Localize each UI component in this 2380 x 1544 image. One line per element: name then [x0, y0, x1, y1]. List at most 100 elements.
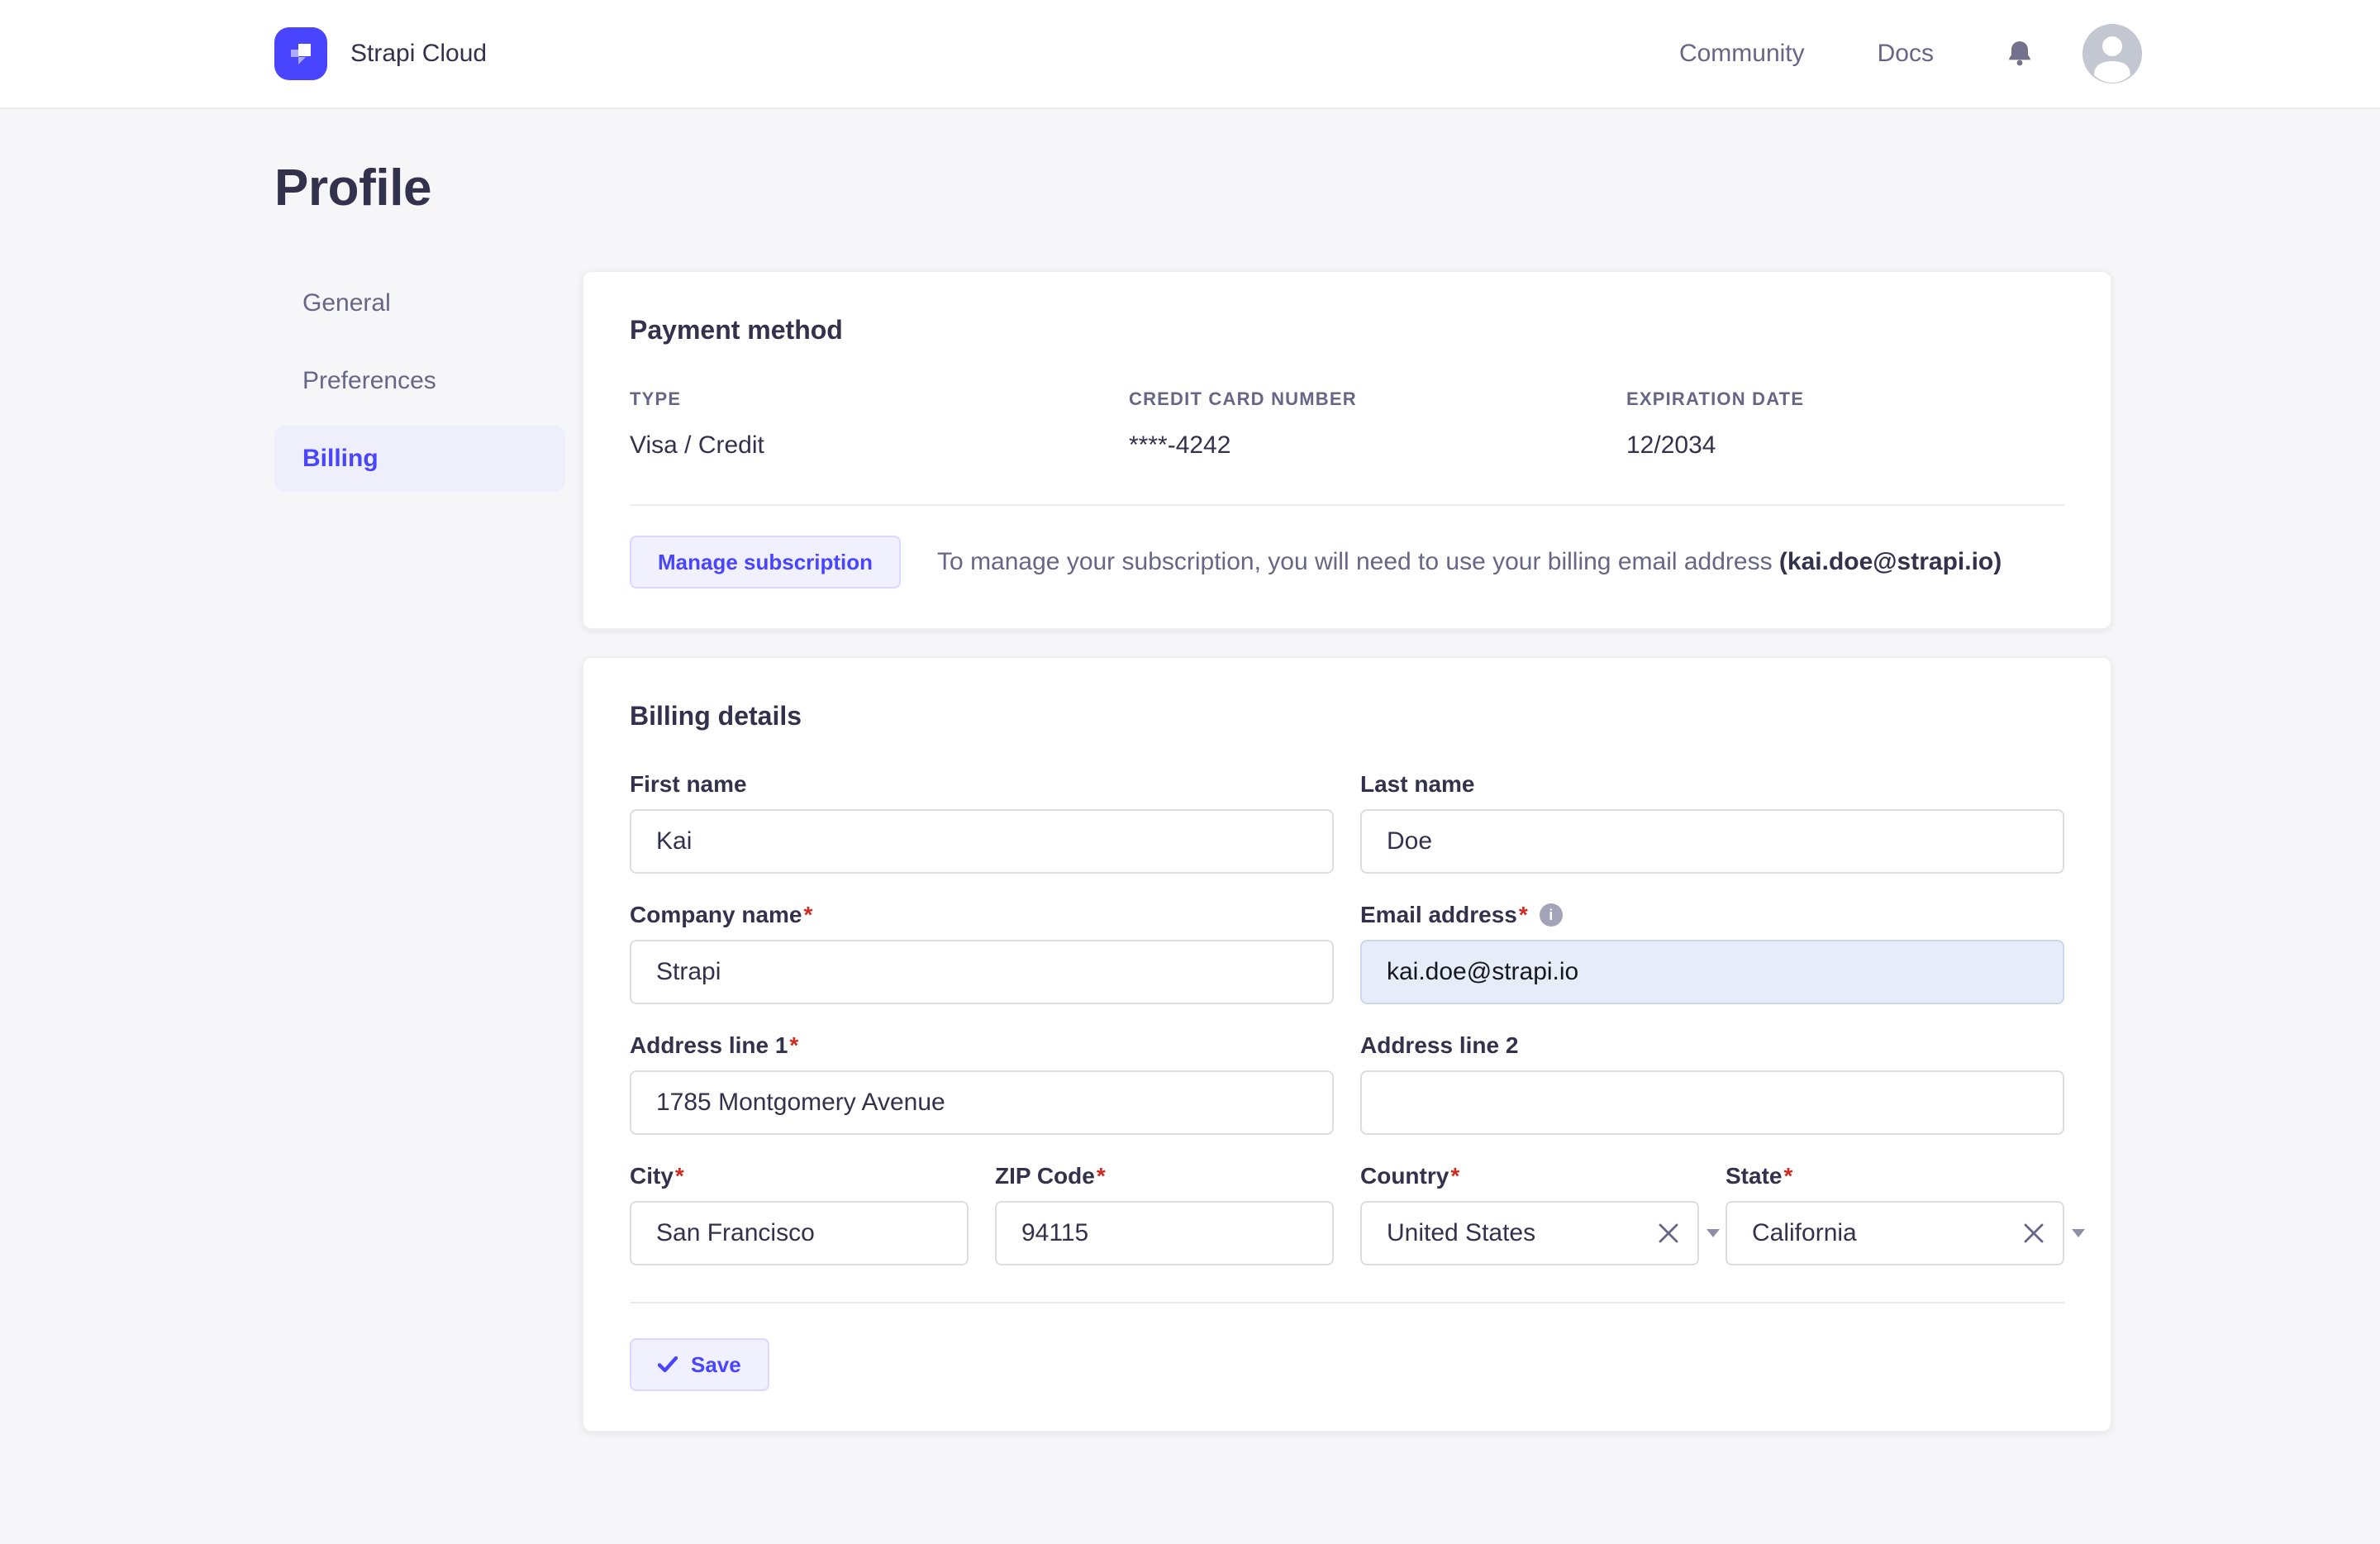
card-divider	[630, 504, 2064, 506]
manage-subscription-row: Manage subscription To manage your subsc…	[630, 536, 2064, 589]
address-line-2-label: Address line 2	[1360, 1032, 2064, 1059]
manage-subscription-note: To manage your subscription, you will ne…	[937, 548, 2002, 576]
billing-form-grid: First name Last name Company name*	[630, 771, 2064, 1135]
nav-community[interactable]: Community	[1679, 40, 1805, 68]
label-text: Address line 1	[630, 1032, 788, 1058]
last-name-input[interactable]	[1360, 809, 2064, 874]
label-text: Address line 2	[1360, 1032, 1519, 1058]
last-name-field: Last name	[1360, 771, 2064, 874]
first-name-field: First name	[630, 771, 1334, 874]
sidebar-item-general[interactable]: General	[274, 270, 565, 336]
profile-sidebar: General Preferences Billing	[274, 270, 565, 503]
sidebar-item-label: Billing	[302, 445, 378, 472]
label-text: First name	[630, 771, 747, 797]
city-field: City *	[630, 1163, 969, 1265]
email-label: Email address * i	[1360, 902, 2064, 928]
user-avatar[interactable]	[2082, 24, 2142, 83]
city-input[interactable]	[630, 1201, 969, 1265]
required-asterisk: *	[674, 1163, 684, 1189]
company-name-field: Company name *	[630, 902, 1334, 1004]
notifications-button[interactable]	[2006, 40, 2033, 68]
required-asterisk: *	[803, 902, 813, 927]
required-asterisk: *	[1096, 1163, 1106, 1189]
chevron-down-icon[interactable]	[2071, 1228, 2086, 1238]
required-asterisk: *	[1783, 1163, 1793, 1189]
clear-icon[interactable]	[2023, 1222, 2044, 1244]
label-text: Last name	[1360, 771, 1475, 797]
payment-type-label: TYPE	[630, 388, 682, 409]
address-line-1-label: Address line 1 *	[630, 1032, 1334, 1059]
zip-code-label: ZIP Code *	[995, 1163, 1334, 1189]
payment-method-title: Payment method	[630, 315, 843, 345]
note-text: To manage your subscription, you will ne…	[937, 548, 1779, 575]
address-line-2-input[interactable]	[1360, 1070, 2064, 1135]
brand-name: Strapi Cloud	[350, 40, 488, 67]
save-row: Save	[630, 1302, 2064, 1391]
zip-code-field: ZIP Code *	[995, 1163, 1334, 1265]
label-text: Country	[1360, 1163, 1449, 1189]
address-line-2-field: Address line 2	[1360, 1032, 2064, 1135]
zip-code-input[interactable]	[995, 1201, 1334, 1265]
credit-card-label: CREDIT CARD NUMBER	[1129, 388, 1357, 409]
label-text: City	[630, 1163, 674, 1189]
email-input	[1360, 940, 2064, 1004]
state-field: State * California	[1726, 1163, 2085, 1265]
clear-icon[interactable]	[1658, 1222, 1679, 1244]
country-combobox[interactable]: United States	[1360, 1201, 1720, 1265]
expiration-label: EXPIRATION DATE	[1626, 388, 1805, 409]
info-icon[interactable]: i	[1539, 903, 1563, 927]
credit-card-column: CREDIT CARD NUMBER ****-4242	[1129, 388, 1626, 460]
country-label: Country *	[1360, 1163, 1699, 1189]
strapi-logo-icon[interactable]	[274, 27, 327, 80]
sidebar-item-label: General	[302, 289, 391, 317]
chevron-down-icon[interactable]	[1706, 1228, 1721, 1238]
main-content: Profile General Preferences Billing Paym…	[0, 109, 2380, 1432]
address-line-1-input[interactable]	[630, 1070, 1334, 1135]
required-asterisk: *	[789, 1032, 799, 1058]
sidebar-item-billing[interactable]: Billing	[274, 426, 565, 492]
label-text: State	[1726, 1163, 1783, 1189]
sidebar-item-preferences[interactable]: Preferences	[274, 348, 565, 414]
save-label: Save	[691, 1351, 741, 1377]
billing-details-title: Billing details	[630, 701, 802, 731]
city-label: City *	[630, 1163, 969, 1189]
payment-type-value: Visa / Credit	[630, 431, 764, 459]
country-field: Country * United States	[1360, 1163, 1720, 1265]
cards-column: Payment method TYPE Visa / Credit CREDIT…	[582, 270, 2112, 1432]
manage-subscription-button[interactable]: Manage subscription	[630, 536, 902, 589]
company-name-input[interactable]	[630, 940, 1334, 1004]
first-name-input[interactable]	[630, 809, 1334, 874]
last-name-label: Last name	[1360, 771, 2064, 798]
location-form-grid: City* ZIP Code* Country*	[630, 1163, 2085, 1265]
bell-icon	[2009, 41, 2030, 66]
payment-info-grid: TYPE Visa / Credit CREDIT CARD NUMBER **…	[630, 388, 2064, 460]
expiration-column: EXPIRATION DATE 12/2034	[1626, 388, 2064, 460]
nav-docs[interactable]: Docs	[1878, 40, 1934, 68]
app-header: Strapi Cloud Community Docs	[0, 0, 2380, 109]
address-line-1-field: Address line 1 *	[630, 1032, 1334, 1135]
country-value: United States	[1387, 1219, 1536, 1246]
billing-email-text: (kai.doe@strapi.io)	[1778, 548, 2002, 575]
manage-subscription-label: Manage subscription	[658, 549, 873, 574]
label-text: Email address	[1360, 902, 1517, 927]
payment-type-column: TYPE Visa / Credit	[630, 388, 1129, 460]
state-label: State *	[1726, 1163, 2064, 1189]
header-nav: Community Docs	[1679, 24, 2142, 83]
page-title: Profile	[274, 160, 432, 217]
email-field: Email address * i	[1360, 902, 2064, 1004]
first-name-label: First name	[630, 771, 1334, 798]
brand: Strapi Cloud	[274, 27, 487, 80]
company-name-label: Company name *	[630, 902, 1334, 928]
state-combobox[interactable]: California	[1726, 1201, 2085, 1265]
billing-details-card: Billing details First name Last name	[582, 656, 2112, 1432]
label-text: ZIP Code	[995, 1163, 1095, 1189]
state-value: California	[1752, 1219, 1857, 1246]
save-button[interactable]: Save	[630, 1338, 769, 1391]
required-asterisk: *	[1450, 1163, 1460, 1189]
check-icon	[658, 1356, 678, 1373]
user-icon	[2082, 24, 2142, 83]
payment-method-card: Payment method TYPE Visa / Credit CREDIT…	[582, 270, 2112, 630]
sidebar-item-label: Preferences	[302, 367, 436, 394]
expiration-value: 12/2034	[1626, 431, 1716, 459]
credit-card-value: ****-4242	[1129, 431, 1231, 459]
